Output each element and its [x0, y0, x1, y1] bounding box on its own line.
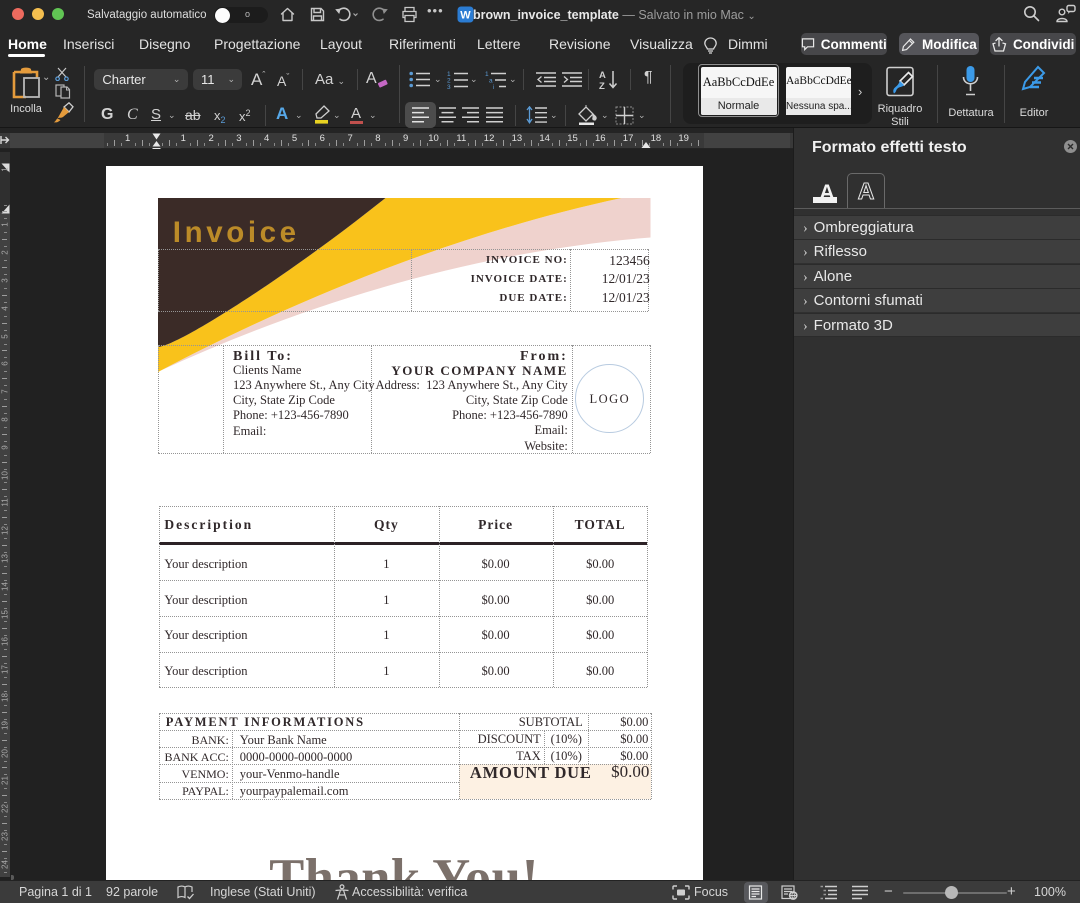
svg-text:3: 3: [447, 84, 451, 89]
svg-text:A: A: [599, 70, 606, 81]
svg-text:Z: Z: [599, 81, 605, 91]
svg-text:i: i: [493, 84, 494, 89]
svg-text:W: W: [460, 10, 471, 22]
